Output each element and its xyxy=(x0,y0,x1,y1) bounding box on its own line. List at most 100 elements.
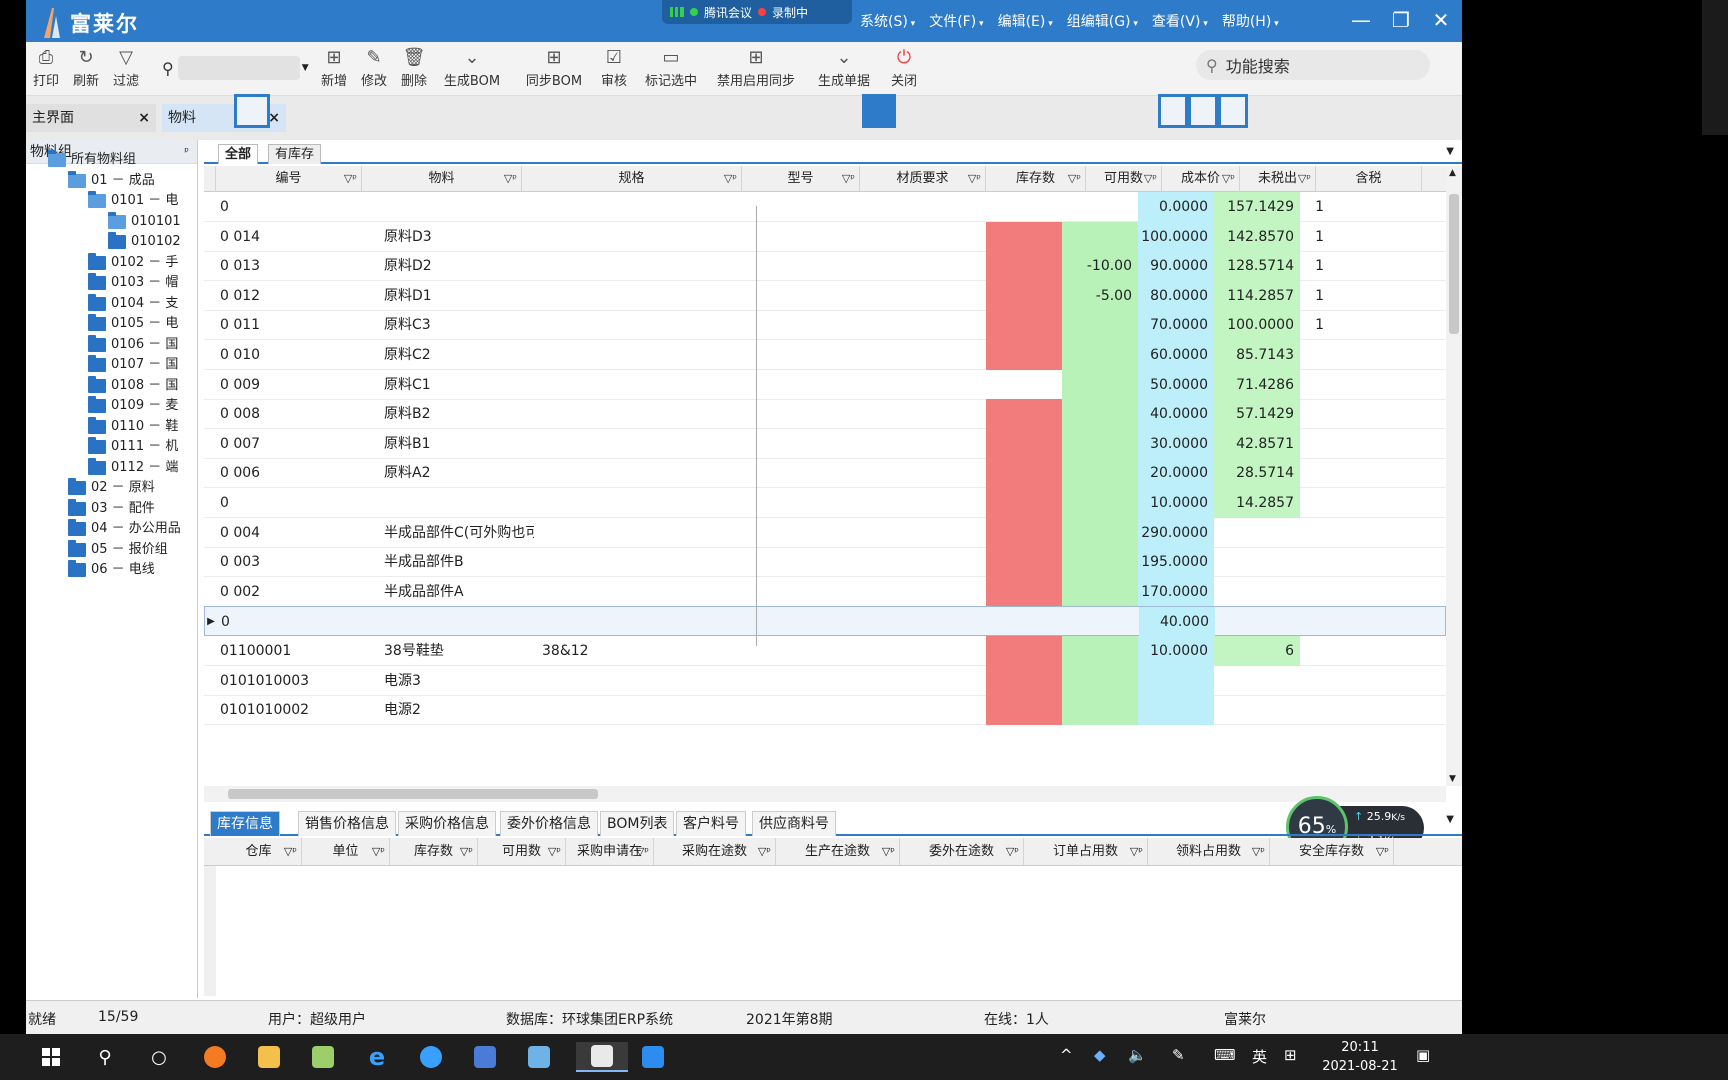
column-filter-icon[interactable]: ▽ᵖ xyxy=(1222,166,1235,192)
notification-icon[interactable]: ▣ xyxy=(1416,1046,1430,1064)
app-s-icon[interactable] xyxy=(416,1042,446,1072)
table-row[interactable]: 0 014 原料D3 100.0000 142.8570 1 xyxy=(204,221,1446,252)
floating-panel[interactable] xyxy=(234,94,270,128)
chevron-down-icon[interactable]: ▼ xyxy=(1446,814,1454,825)
detail-column-header[interactable]: 库存数 ▽ᵖ xyxy=(390,838,478,866)
table-row[interactable]: 0 002 半成品部件A 170.0000 xyxy=(204,576,1446,607)
detail-column-header[interactable]: 领料占用数 ▽ᵖ xyxy=(1148,838,1270,866)
column-filter-icon[interactable]: ▽ᵖ xyxy=(882,838,895,866)
meeting-indicator[interactable]: 腾讯会议 录制中 xyxy=(662,0,852,24)
column-header[interactable]: 物料 ▽ᵖ xyxy=(362,166,522,192)
tree-item[interactable]: 05 － 报价组 xyxy=(68,539,168,560)
floating-panel[interactable] xyxy=(1158,94,1188,128)
erp-app-icon[interactable] xyxy=(576,1042,628,1072)
column-filter-icon[interactable]: ▽ᵖ xyxy=(1144,166,1157,192)
tab-home[interactable]: 主界面 × xyxy=(26,104,156,132)
detail-tab[interactable]: 库存信息 xyxy=(210,811,280,836)
detail-column-header[interactable]: 采购在途数 ▽ᵖ xyxy=(654,838,776,866)
restore-button[interactable]: ❐ xyxy=(1390,8,1412,32)
detail-column-header[interactable]: 可用数 ▽ᵖ xyxy=(478,838,566,866)
menu-help[interactable]: 帮助(H) xyxy=(1222,11,1279,31)
scroll-down-icon[interactable]: ▼ xyxy=(1449,774,1456,784)
tree-item[interactable]: 0108 － 国 xyxy=(88,375,178,396)
notepad-icon[interactable] xyxy=(308,1042,338,1072)
table-row[interactable]: 0 003 半成品部件B 195.0000 xyxy=(204,547,1446,578)
tree-item[interactable]: 0107 － 国 xyxy=(88,355,178,375)
start-icon[interactable] xyxy=(36,1042,66,1072)
detail-tab[interactable]: 采购价格信息 xyxy=(398,811,496,836)
menu-group-edit[interactable]: 组编辑(G) xyxy=(1067,11,1138,31)
chevron-down-icon[interactable]: ▼ xyxy=(302,63,309,73)
column-header[interactable]: 编号 ▽ᵖ xyxy=(216,166,362,192)
task-view-icon[interactable]: ○ xyxy=(144,1042,174,1072)
edit-button[interactable]: ✎ 修改 xyxy=(358,46,390,89)
close-icon[interactable]: × xyxy=(268,104,280,132)
tab-in-stock[interactable]: 有库存 xyxy=(268,144,322,164)
column-filter-icon[interactable]: ▽ᵖ xyxy=(636,838,649,866)
column-header[interactable]: 型号 ▽ᵖ xyxy=(742,166,860,192)
column-header[interactable]: 库存数 ▽ᵖ xyxy=(986,166,1086,192)
pen-icon[interactable]: ✎ xyxy=(1172,1046,1185,1064)
table-row[interactable]: 0 012 原料D1 -5.00 80.0000 114.2857 1 xyxy=(204,280,1446,311)
tree-item[interactable]: 0106 － 国 xyxy=(88,334,178,355)
column-filter-icon[interactable]: ▽ᵖ xyxy=(758,838,771,866)
column-header[interactable]: 可用数 ▽ᵖ xyxy=(1086,166,1162,192)
delete-button[interactable]: 🗑 删除 xyxy=(398,46,430,89)
gen-doc-button[interactable]: ⌄ 生成单据 xyxy=(810,46,878,89)
column-filter-icon[interactable]: ▽ᵖ xyxy=(842,166,855,192)
scroll-up-icon[interactable]: ▲ xyxy=(1449,168,1456,178)
browser-icon[interactable] xyxy=(200,1042,230,1072)
column-filter-icon[interactable]: ▽ᵖ xyxy=(344,166,357,192)
column-filter-icon[interactable]: ▽ᵖ xyxy=(1376,838,1389,866)
column-header[interactable]: 材质要求 ▽ᵖ xyxy=(860,166,986,192)
column-header[interactable]: 未税出 ▽ᵖ xyxy=(1240,166,1316,192)
detail-column-header[interactable]: 安全库存数 ▽ᵖ xyxy=(1270,838,1394,866)
app-blue-icon[interactable] xyxy=(524,1042,554,1072)
table-row[interactable]: 0 009 原料C1 50.0000 71.4286 xyxy=(204,369,1446,400)
table-row[interactable]: 0101010003 电源3 xyxy=(204,665,1446,696)
detail-column-header[interactable]: 委外在途数 ▽ᵖ xyxy=(900,838,1024,866)
column-filter-icon[interactable]: ▽ᵖ xyxy=(968,166,981,192)
tree-item[interactable]: 0103 － 帽 xyxy=(88,273,178,293)
column-filter-icon[interactable]: ▽ᵖ xyxy=(284,838,297,866)
tree-item[interactable]: 010101 xyxy=(108,211,181,232)
column-header[interactable]: 含税 xyxy=(1316,166,1422,192)
close-window-button[interactable]: ✕ xyxy=(1430,8,1452,32)
column-filter-icon[interactable]: ▽ᵖ xyxy=(1006,838,1019,866)
mark-selected-button[interactable]: ▭ 标记选中 xyxy=(640,46,702,89)
remote-desktop-icon[interactable] xyxy=(470,1042,500,1072)
table-row[interactable]: 0 004 半成品部件C(可外购也可以自产) 290.0000 xyxy=(204,517,1446,548)
close-button[interactable]: ⏻ 关闭 xyxy=(888,46,920,89)
keyboard-icon[interactable]: ⌨ xyxy=(1214,1046,1236,1064)
menu-file[interactable]: 文件(F) xyxy=(929,11,983,31)
clock[interactable]: 20:11 2021-08-21 xyxy=(1320,1038,1400,1076)
sync-bom-button[interactable]: ⊞ 同步BOM xyxy=(520,46,588,89)
detail-column-header[interactable]: 采购申请在 ▽ᵖ xyxy=(566,838,654,866)
detail-column-header[interactable]: 单位 ▽ᵖ xyxy=(302,838,390,866)
table-row[interactable]: 0 006 原料A2 20.0000 28.5714 xyxy=(204,458,1446,489)
detail-column-header[interactable]: 仓库 ▽ᵖ xyxy=(216,838,302,866)
detail-column-header[interactable]: 订单占用数 ▽ᵖ xyxy=(1024,838,1148,866)
ie-icon[interactable]: e xyxy=(362,1042,392,1072)
tree-item[interactable]: 01 － 成品 xyxy=(68,170,155,191)
column-filter-icon[interactable]: ▽ᵖ xyxy=(372,838,385,866)
floating-panel[interactable] xyxy=(1188,94,1218,128)
volume-icon[interactable]: 🔈 xyxy=(1128,1046,1147,1064)
table-row[interactable]: 0 008 原料B2 40.0000 57.1429 xyxy=(204,399,1446,430)
table-row[interactable]: 0101010002 电源2 xyxy=(204,695,1446,726)
column-filter-icon[interactable]: ▽ᵖ xyxy=(724,166,737,192)
detail-column-header[interactable]: 生产在途数 ▽ᵖ xyxy=(776,838,900,866)
column-filter-icon[interactable]: ▽ᵖ xyxy=(1130,838,1143,866)
column-header[interactable]: 规格 ▽ᵖ xyxy=(522,166,742,192)
tree-item[interactable]: 0112 － 端 xyxy=(88,457,178,478)
new-button[interactable]: ⊞ 新增 xyxy=(318,46,350,89)
pin-icon[interactable]: ᵖ xyxy=(184,140,189,164)
menu-view[interactable]: 查看(V) xyxy=(1152,11,1208,31)
ime-indicator[interactable]: 英 xyxy=(1252,1046,1267,1067)
minimize-button[interactable]: — xyxy=(1350,8,1372,32)
tree-item[interactable]: 06 － 电线 xyxy=(68,560,155,580)
table-row[interactable]: 0 007 原料B1 30.0000 42.8571 xyxy=(204,428,1446,459)
refresh-button[interactable]: ↻ 刷新 xyxy=(70,46,102,89)
table-row[interactable]: 0 0.0000 157.1429 1 xyxy=(204,192,1446,222)
tree-item[interactable]: 03 － 配件 xyxy=(68,498,155,519)
